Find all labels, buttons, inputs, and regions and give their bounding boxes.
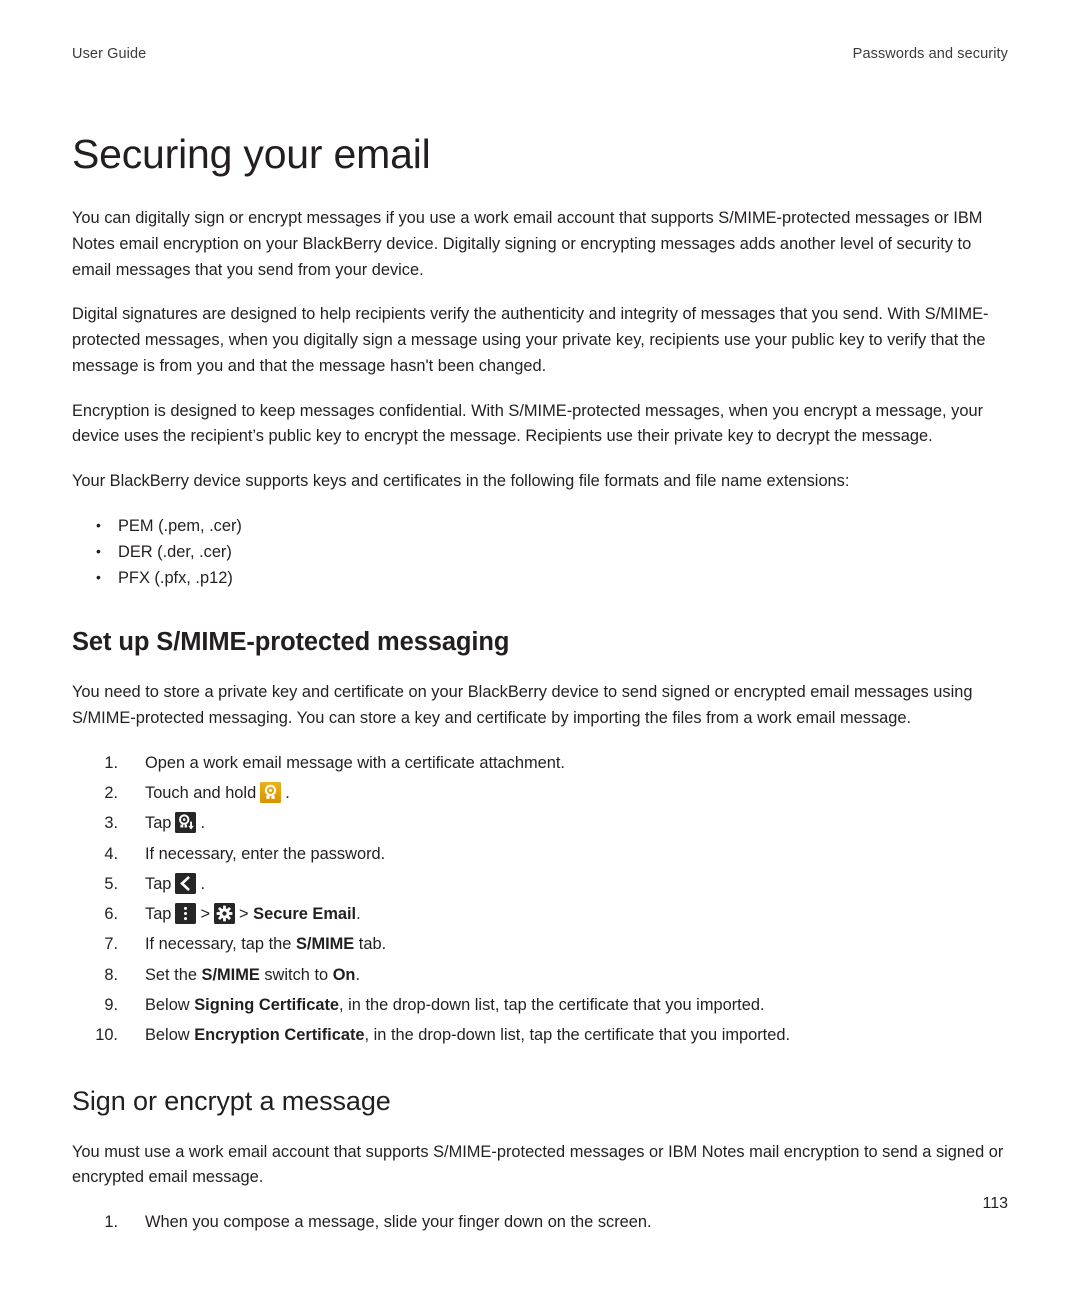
step-text-tail: . (200, 814, 205, 833)
section-heading-sign: Sign or encrypt a message (72, 1086, 391, 1117)
page-content: Securing your email You can digitally si… (72, 131, 1008, 1240)
step-text: Set the (145, 965, 197, 984)
step-text-bold: S/MIME (295, 935, 355, 954)
step-separator-2: > (239, 905, 249, 924)
step-text: Below (145, 996, 190, 1015)
step-number: 6. (104, 905, 118, 924)
step-item: 7. If necessary, tap the S/MIME tab. (72, 932, 1008, 958)
step-number: 2. (104, 783, 118, 802)
step-text-tail: . (356, 905, 361, 924)
step-number: 8. (104, 965, 118, 984)
step-item: 1. When you compose a message, slide you… (72, 1210, 1008, 1236)
running-header-left: User Guide (72, 46, 147, 62)
running-header-right: Passwords and security (852, 46, 1008, 62)
step-number: 9. (104, 996, 118, 1015)
step-number: 7. (104, 935, 118, 954)
step-number: 1. (104, 753, 118, 772)
certificate-download-icon (175, 812, 197, 834)
list-item: PFX (.pfx, .p12) (72, 565, 1008, 592)
section-heading-setup: Set up S/MIME-protected messaging (72, 628, 510, 657)
sign-steps-list: 1. When you compose a message, slide you… (72, 1210, 1008, 1236)
step-text-tail: . (285, 783, 290, 802)
setup-intro-paragraph: You need to store a private key and cert… (72, 683, 973, 727)
step-text: Open a work email message with a certifi… (145, 753, 565, 772)
step-item: 8. Set the S/MIME switch to On. (72, 963, 1008, 989)
document-page: User Guide Passwords and security Securi… (0, 0, 1080, 1296)
setup-steps-list: 1. Open a work email message with a cert… (72, 751, 1008, 1049)
sign-intro-paragraph: You must use a work email account that s… (72, 1142, 1004, 1187)
list-item: DER (.der, .cer) (72, 539, 1008, 566)
step-number: 4. (104, 844, 118, 863)
step-text: If necessary, enter the password. (145, 844, 386, 863)
step-text-tail: . (355, 965, 361, 984)
step-number: 1. (104, 1213, 118, 1232)
step-text-bold: Secure Email (253, 905, 357, 924)
step-text: Tap (145, 905, 172, 924)
page-title: Securing your email (72, 131, 431, 177)
step-text: Tap (145, 874, 172, 893)
step-text-tail: , in the drop-down list, tap the certifi… (364, 1026, 791, 1045)
step-text-bold: S/MIME (201, 965, 260, 984)
step-item: 5. Tap . (72, 872, 1008, 898)
step-item: 2. Touch and hold . (72, 781, 1008, 807)
list-item: PEM (.pem, .cer) (72, 513, 1008, 540)
settings-gear-icon (214, 903, 236, 925)
step-item: 10. Below Encryption Certificate, in the… (72, 1023, 1008, 1049)
step-number: 3. (104, 814, 118, 833)
file-format-list: PEM (.pem, .cer) DER (.der, .cer) PFX (.… (72, 513, 1008, 592)
step-text: Touch and hold (145, 783, 257, 802)
step-item: 3. Tap . (72, 811, 1008, 837)
page-number: 113 (982, 1195, 1008, 1212)
step-item: 6. Tap > > Secure Email. (72, 902, 1008, 928)
step-text-tail: tab. (358, 935, 387, 954)
step-item: 9. Below Signing Certificate, in the dro… (72, 993, 1008, 1019)
step-text-tail: , in the drop-down list, tap the certifi… (339, 996, 765, 1015)
overflow-menu-icon (175, 903, 197, 925)
certificate-badge-icon (260, 781, 282, 803)
step-separator: > (200, 905, 211, 924)
step-text-tail: . (200, 874, 205, 893)
intro-paragraph-2: Digital signatures are designed to help … (72, 305, 989, 375)
step-text: When you compose a message, slide your f… (145, 1213, 652, 1232)
step-text: Below (145, 1026, 190, 1045)
running-header: User Guide Passwords and security (72, 46, 1008, 62)
step-text-mid: switch to (264, 965, 329, 984)
step-item: 4. If necessary, enter the password. (72, 842, 1008, 868)
step-number: 5. (104, 874, 118, 893)
back-chevron-icon (175, 872, 197, 894)
step-text-bold-2: On (332, 965, 356, 984)
step-item: 1. Open a work email message with a cert… (72, 751, 1008, 777)
step-text: If necessary, tap the (145, 935, 292, 954)
intro-paragraph-3: Encryption is designed to keep messages … (72, 401, 984, 446)
intro-paragraph-1: You can digitally sign or encrypt messag… (72, 208, 983, 279)
step-number: 10. (95, 1026, 118, 1045)
step-text-bold: Encryption Certificate (194, 1026, 365, 1045)
step-text-bold: Signing Certificate (194, 996, 340, 1015)
step-text: Tap (145, 814, 172, 833)
intro-paragraph-4: Your BlackBerry device supports keys and… (72, 472, 850, 491)
